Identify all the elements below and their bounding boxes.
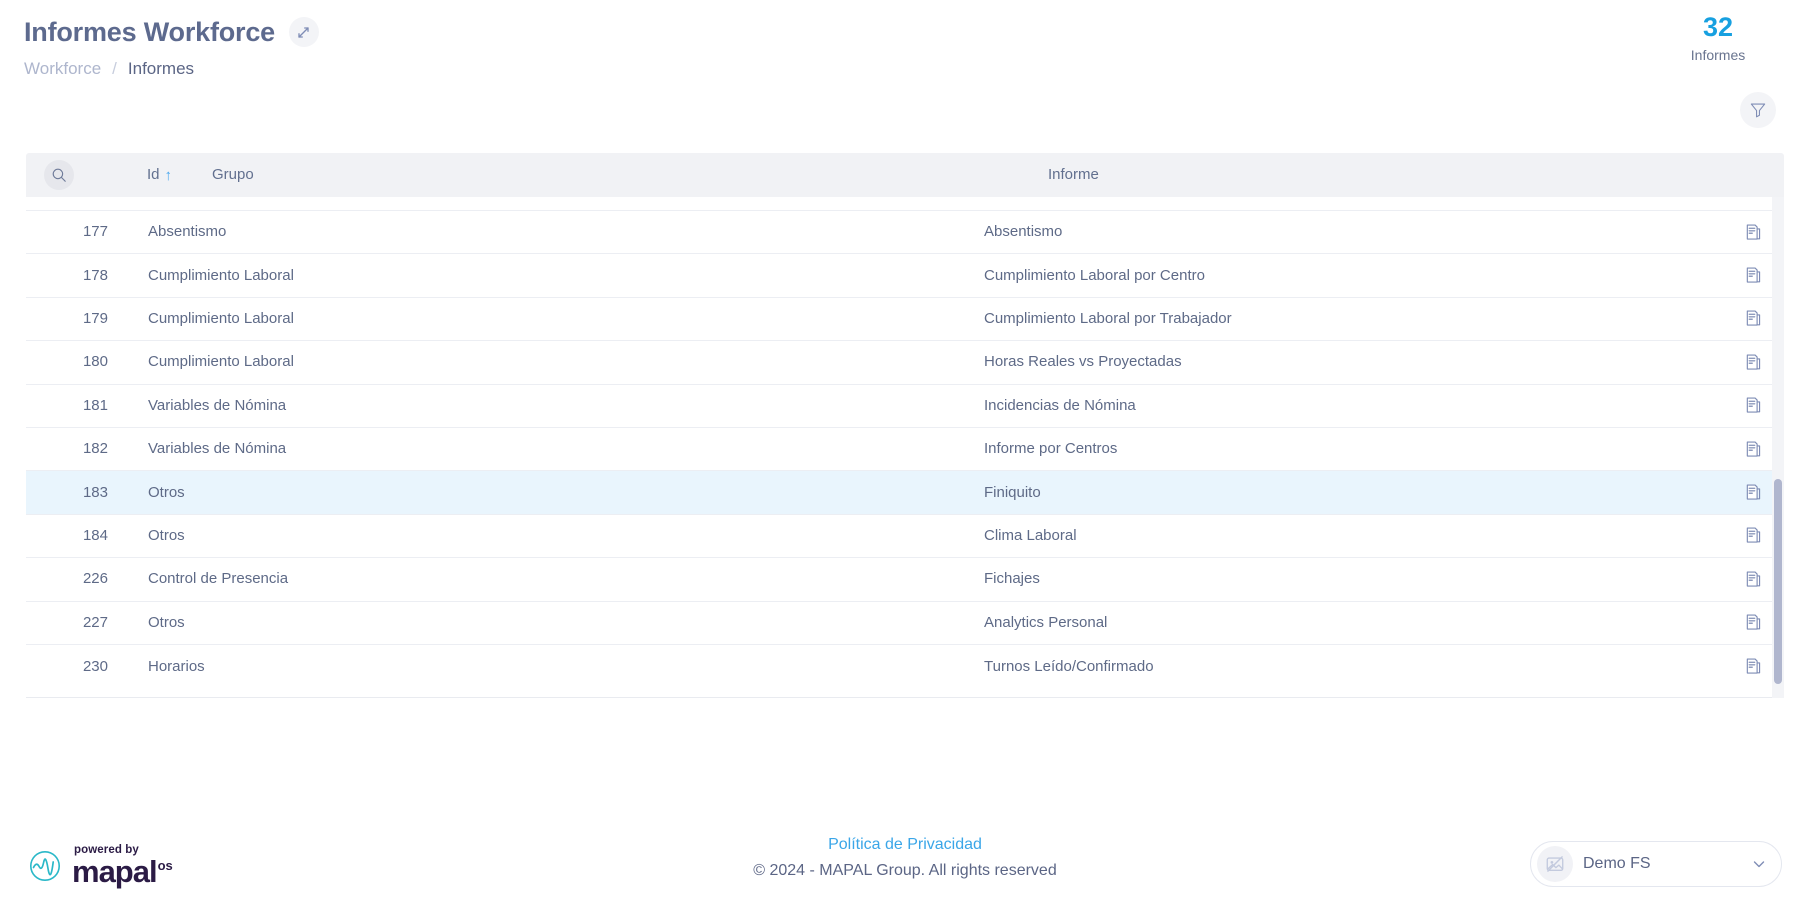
cell-grupo: Variables de Nómina xyxy=(148,440,287,458)
cell-id: 181 xyxy=(82,396,108,414)
cell-grupo: Otros xyxy=(148,613,185,631)
cell-informe: Informe por Centros xyxy=(984,440,1118,458)
counter-value: 32 xyxy=(1702,12,1734,42)
report-document-icon[interactable] xyxy=(1740,219,1766,245)
report-document-icon[interactable] xyxy=(1740,349,1766,375)
informes-counter: 32 Informes xyxy=(1658,10,1778,65)
cell-id: 230 xyxy=(82,657,108,675)
cell-id: 178 xyxy=(82,266,108,284)
cell-id: 227 xyxy=(82,613,108,631)
sort-ascending-icon: ↑ xyxy=(164,166,173,184)
cell-grupo: Horarios xyxy=(148,657,205,675)
page-footer: powered by mapal os Política de Privacid… xyxy=(0,793,1810,905)
table-row[interactable]: 178 Cumplimiento Laboral Cumplimiento Labo… xyxy=(26,254,1784,298)
search-cell xyxy=(28,160,90,190)
page-header: Informes Workforce Workforce / Informes … xyxy=(0,0,1810,140)
column-header-informe[interactable]: Informe xyxy=(1022,165,1722,185)
report-document-icon[interactable] xyxy=(1740,610,1766,636)
cell-informe: Clima Laboral xyxy=(984,526,1077,544)
cell-informe: Horas Reales vs Proyectadas xyxy=(984,353,1182,371)
table-body: 177 Absentismo Absentismo 178 Cumplimiento … xyxy=(26,197,1784,698)
table-row[interactable]: 227 Otros Analytics Personal xyxy=(26,601,1784,645)
table-row[interactable]: 182 Variables de Nómina Informe por Centro… xyxy=(26,427,1784,472)
title-row: Informes Workforce xyxy=(24,14,1778,50)
search-button[interactable] xyxy=(44,160,74,190)
cell-informe: Analytics Personal xyxy=(984,613,1108,631)
no-image-placeholder-icon xyxy=(1546,856,1564,872)
table-row[interactable]: 181 Variables de Nómina Incidencias de Nóm… xyxy=(26,384,1784,428)
table-row[interactable]: 226 Control de Presencia Fichajes xyxy=(26,558,1784,602)
search-icon xyxy=(52,168,66,182)
partial-scrolled-row xyxy=(26,197,1784,211)
table-scrollbar[interactable] xyxy=(1772,197,1784,698)
cell-grupo: Absentismo xyxy=(148,223,227,241)
cell-grupo: Variables de Nómina xyxy=(148,396,287,414)
cell-informe: Fichajes xyxy=(984,570,1040,588)
funnel-filter-icon xyxy=(1750,103,1766,118)
table-row[interactable]: 180 Cumplimiento Laboral Horas Reales vs P… xyxy=(26,341,1784,385)
report-document-icon[interactable] xyxy=(1740,436,1766,462)
breadcrumb: Workforce / Informes xyxy=(24,57,1778,81)
cell-grupo: Cumplimiento Laboral xyxy=(148,309,294,327)
cell-id: 180 xyxy=(82,353,108,371)
cell-id: 226 xyxy=(82,570,108,588)
report-document-icon[interactable] xyxy=(1740,263,1766,289)
cell-id: 183 xyxy=(82,483,108,501)
cell-grupo: Cumplimiento Laboral xyxy=(148,266,294,284)
page-root: Informes Workforce Workforce / Informes … xyxy=(0,0,1810,905)
cell-informe: Incidencias de Nómina xyxy=(984,396,1136,414)
site-selector-value: Demo FS xyxy=(1583,855,1651,872)
filter-button[interactable] xyxy=(1740,92,1776,128)
expand-button[interactable] xyxy=(288,17,319,47)
cell-id: 182 xyxy=(82,440,108,458)
report-document-icon[interactable] xyxy=(1740,654,1766,680)
cell-id: 177 xyxy=(82,223,108,241)
table-row[interactable]: 177 Absentismo Absentismo xyxy=(26,211,1784,255)
report-document-icon[interactable] xyxy=(1740,393,1766,419)
column-header-grupo[interactable]: Grupo xyxy=(186,165,1022,185)
avatar xyxy=(1537,846,1573,882)
column-header-id[interactable]: Id ↑ xyxy=(90,165,186,185)
report-document-icon[interactable] xyxy=(1740,523,1766,549)
cell-grupo: Otros xyxy=(148,483,185,501)
report-document-icon[interactable] xyxy=(1740,480,1766,506)
cell-grupo: Cumplimiento Laboral xyxy=(148,353,294,371)
column-header-id-label: Id xyxy=(146,166,160,183)
report-document-icon[interactable] xyxy=(1740,566,1766,592)
cell-informe: Cumplimiento Laboral por Centro xyxy=(984,266,1205,284)
cell-informe: Turnos Leído/Confirmado xyxy=(984,657,1154,675)
cell-informe: Cumplimiento Laboral por Trabajador xyxy=(984,309,1232,327)
cell-informe: Absentismo xyxy=(984,223,1063,241)
chevron-down-icon xyxy=(1751,856,1767,872)
site-selector[interactable]: Demo FS xyxy=(1530,841,1782,887)
page-title: Informes Workforce xyxy=(24,17,275,47)
scrollbar-thumb[interactable] xyxy=(1774,479,1782,684)
expand-diagonal-icon xyxy=(298,26,310,38)
counter-label: Informes xyxy=(1690,47,1746,63)
table-header-row: Id ↑ Grupo Informe xyxy=(26,153,1784,197)
informes-table: Id ↑ Grupo Informe 177 Absentismo Absentis… xyxy=(26,153,1784,698)
cell-grupo: Control de Presencia xyxy=(148,570,289,588)
table-row[interactable]: 179 Cumplimiento Laboral Cumplimiento Labo… xyxy=(26,297,1784,342)
cell-id: 184 xyxy=(82,526,108,544)
table-row[interactable]: 184 Otros Clima Laboral xyxy=(26,514,1784,559)
table-row[interactable]: 183 Otros Finiquito xyxy=(26,471,1784,515)
breadcrumb-item-workforce[interactable]: Workforce xyxy=(24,57,101,81)
cell-informe: Finiquito xyxy=(984,483,1041,501)
breadcrumb-item-informes: Informes xyxy=(127,59,195,78)
table-row[interactable]: 230 Horarios Turnos Leído/Confirmado xyxy=(26,644,1784,689)
cell-id: 179 xyxy=(82,309,108,327)
breadcrumb-separator: / xyxy=(112,59,117,78)
report-document-icon[interactable] xyxy=(1740,306,1766,332)
cell-grupo: Otros xyxy=(148,526,185,544)
